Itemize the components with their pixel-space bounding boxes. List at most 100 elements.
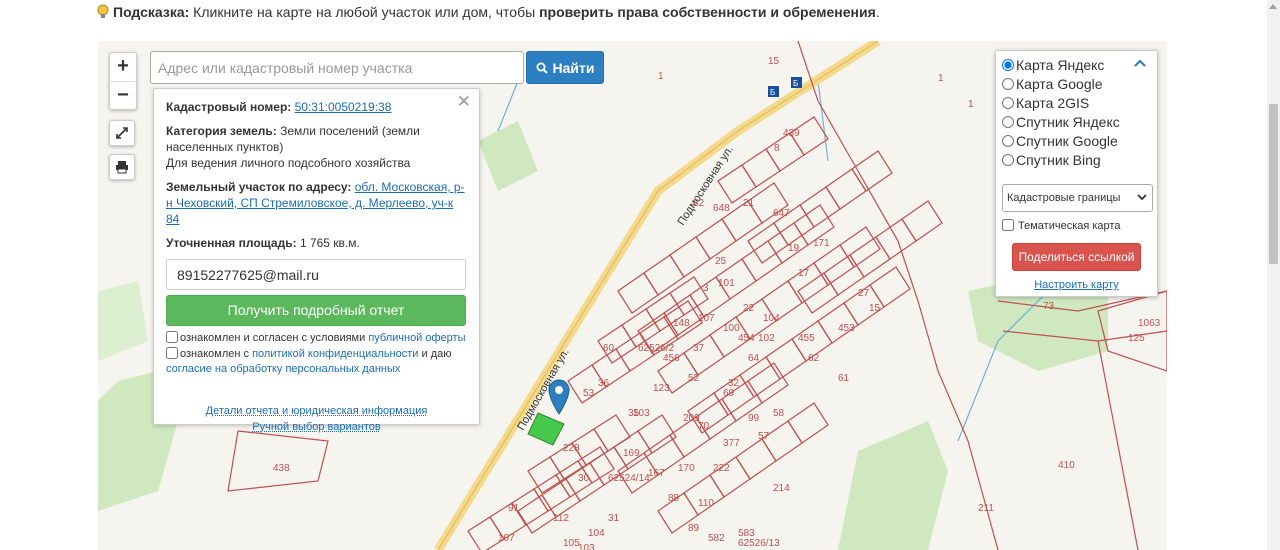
print-button[interactable]: [109, 154, 135, 180]
printer-icon: [116, 161, 128, 174]
layer-option[interactable]: Карта Google: [1002, 75, 1151, 94]
parcel-number-label: 19: [788, 243, 800, 254]
layer-option-label: Карта Google: [1016, 76, 1103, 92]
layer-radio[interactable]: [1002, 116, 1014, 128]
parcel[interactable]: [901, 200, 943, 242]
parcel-number-label: 1: [968, 99, 974, 110]
parcel[interactable]: [741, 240, 783, 282]
layer-option[interactable]: Спутник Google: [1002, 132, 1151, 151]
layer-radio[interactable]: [1002, 97, 1014, 109]
parcel[interactable]: [643, 254, 685, 296]
parcel[interactable]: [797, 272, 839, 314]
layer-select[interactable]: Кадастровые границы: [1002, 184, 1153, 212]
details-link[interactable]: Детали отчета и юридическая информация: [166, 403, 467, 419]
parcel-number-label: 454: [738, 333, 755, 344]
bus-stop-icon[interactable]: Б: [791, 77, 802, 88]
layer-option[interactable]: Карта 2GIS: [1002, 94, 1151, 113]
parcel-number-label: 88: [668, 493, 680, 504]
offer-checkbox[interactable]: [166, 331, 178, 343]
layer-radio[interactable]: [1002, 154, 1014, 166]
layer-radio[interactable]: [1002, 135, 1014, 147]
parcel[interactable]: [787, 402, 829, 444]
parcel[interactable]: [875, 218, 917, 260]
parcel[interactable]: [517, 494, 557, 534]
parcel[interactable]: [683, 334, 725, 376]
parcel-number-label: 648: [713, 203, 730, 214]
parcel-number-label: 410: [1058, 460, 1075, 471]
cadastral-map[interactable]: Подмосковная ул. Подмосковная ул. Б Б 15…: [98, 41, 1167, 550]
parcel[interactable]: [735, 438, 777, 480]
layer-option-label: Спутник Яндекс: [1016, 114, 1120, 130]
parcel[interactable]: [669, 236, 711, 278]
parcel-number-label: 15: [768, 56, 780, 67]
parcel[interactable]: [813, 244, 855, 286]
parcel[interactable]: [617, 272, 659, 314]
parcel-number-label: 60: [603, 343, 615, 354]
parcel-info-popup: ✕ Кадастровый номер: 50:31:0050219:38 Ка…: [153, 88, 480, 433]
offer-link[interactable]: публичной оферты: [368, 332, 465, 344]
privacy-checkbox[interactable]: [166, 347, 178, 359]
parcel[interactable]: [765, 338, 807, 380]
area-value: 1 765 кв.м.: [299, 236, 360, 250]
layer-option-label: Спутник Bing: [1016, 152, 1101, 168]
parcel-number-label: 101: [718, 278, 735, 289]
page-scrollbar[interactable]: [1267, 0, 1280, 550]
parcel-number-label: 1: [658, 71, 664, 82]
parcel-number-label: 22: [743, 303, 755, 314]
address-row: Земельный участок по адресу: обл. Москов…: [166, 179, 467, 227]
parcel[interactable]: [527, 456, 565, 494]
category-label: Категория земель:: [166, 124, 277, 138]
bus-stop-icon[interactable]: Б: [768, 86, 779, 97]
parcel[interactable]: [849, 236, 891, 278]
parcel[interactable]: [869, 266, 911, 308]
parcel-number-label: 1063: [1138, 318, 1161, 329]
parcel-number-label: 89: [688, 523, 700, 534]
email-field[interactable]: [166, 259, 466, 290]
search-input[interactable]: [150, 51, 524, 84]
layer-option[interactable]: Спутник Яндекс: [1002, 113, 1151, 132]
parcel-number-label: 3: [703, 283, 709, 294]
parcel[interactable]: [683, 474, 725, 516]
scroll-thumb[interactable]: [1269, 104, 1278, 264]
parcel-number-label: 107: [698, 313, 715, 324]
parcel[interactable]: [695, 218, 737, 260]
close-icon[interactable]: ✕: [457, 93, 471, 110]
manual-select-link[interactable]: Ручной выбор вариантов: [166, 419, 467, 435]
layer-radio[interactable]: [1002, 78, 1014, 90]
parcel[interactable]: [839, 226, 881, 268]
scroll-up-arrow-icon[interactable]: [1269, 4, 1277, 9]
configure-map-link[interactable]: Настроить карту: [1002, 279, 1151, 291]
parcel-number-label: 453: [838, 323, 855, 334]
layer-radio[interactable]: [1002, 59, 1014, 71]
get-report-button[interactable]: Получить подробный отчет: [166, 295, 466, 326]
green-area: [98, 281, 148, 361]
parcel-number-label: 104: [763, 313, 780, 324]
parcel[interactable]: [637, 414, 677, 454]
fullscreen-button[interactable]: [109, 120, 135, 146]
privacy-agreement: ознакомлен с политикой конфиденциальност…: [166, 347, 467, 377]
chevron-up-icon[interactable]: [1134, 59, 1146, 67]
map-marker-icon[interactable]: [548, 379, 570, 415]
zoom-out-button[interactable]: −: [110, 81, 136, 109]
search-button[interactable]: Найти: [526, 51, 604, 84]
lightbulb-icon: [97, 4, 109, 18]
parcel-number-label: 53: [583, 388, 595, 399]
parcel[interactable]: [799, 186, 841, 228]
zoom-in-button[interactable]: +: [110, 53, 136, 81]
area-label: Уточненная площадь:: [166, 236, 297, 250]
parcel-number-label: 105: [563, 538, 580, 549]
parcel[interactable]: [741, 148, 781, 188]
cad-number-link[interactable]: 50:31:0050219:38: [295, 100, 392, 114]
parcel-number-label: 62526/13: [738, 538, 780, 549]
parcel[interactable]: [593, 414, 631, 452]
consent-link[interactable]: согласие на обработку персональных данны…: [166, 363, 400, 375]
cad-number-row: Кадастровый номер: 50:31:0050219:38: [166, 99, 467, 115]
share-link-button[interactable]: Поделиться ссылкой: [1012, 243, 1141, 271]
parcel-number-label: 102: [758, 333, 775, 344]
layer-option[interactable]: Спутник Bing: [1002, 151, 1151, 170]
parcel-number-label: 439: [783, 128, 800, 139]
thematic-checkbox[interactable]: [1002, 219, 1014, 231]
privacy-link[interactable]: политикой конфиденциальности: [252, 348, 418, 360]
parcel-number-label: 125: [1128, 333, 1145, 344]
layer-option[interactable]: Карта Яндекс: [1002, 56, 1151, 75]
